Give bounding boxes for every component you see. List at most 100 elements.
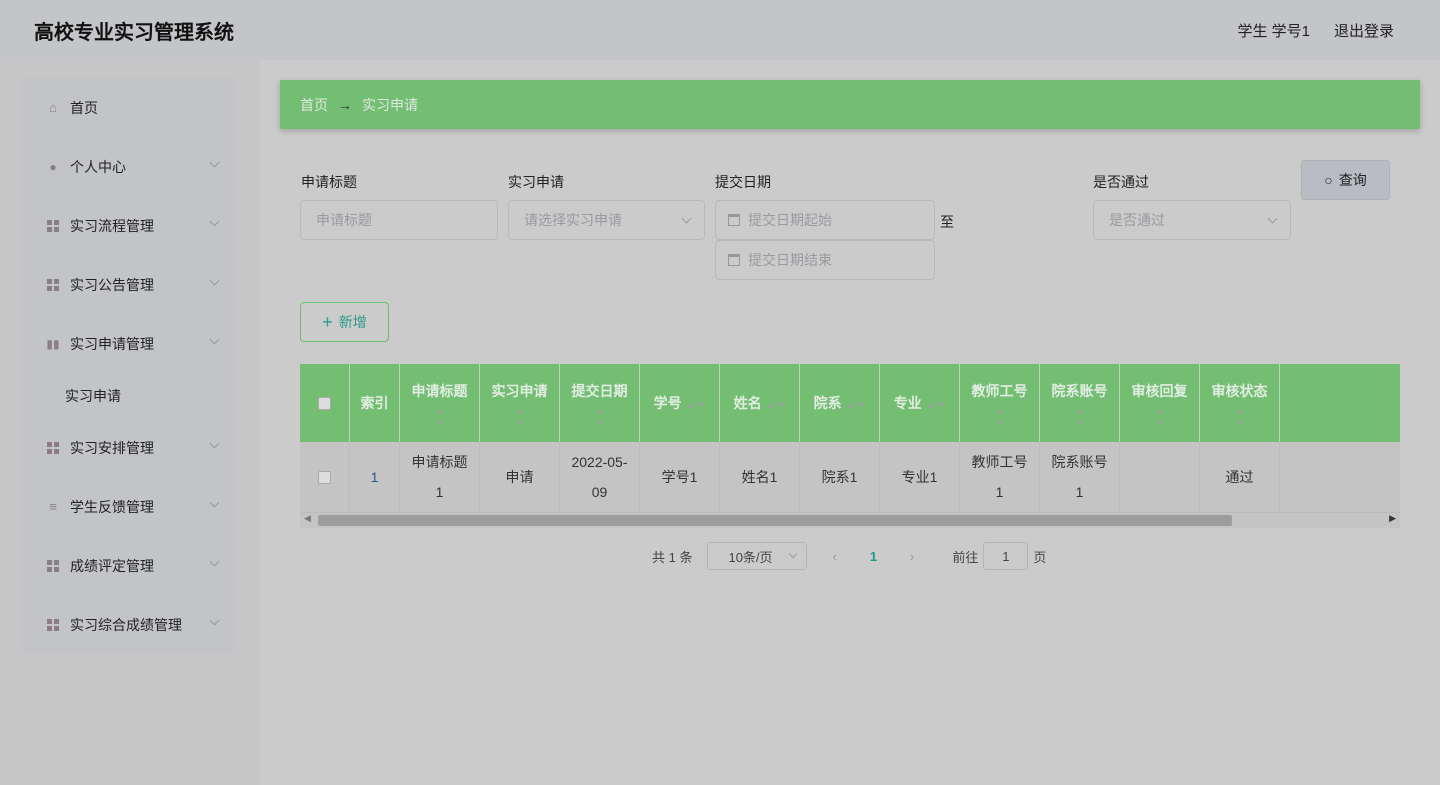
search-icon: ○ [1324, 172, 1332, 188]
search-label: 查询 [1339, 170, 1367, 190]
column-header[interactable]: 实习申请▲▼ [480, 364, 560, 442]
breadcrumb-home[interactable]: 首页 [300, 95, 328, 115]
user-icon: ● [46, 160, 60, 174]
column-header [1280, 364, 1400, 442]
sort-icon[interactable]: ▲▼ [766, 400, 786, 411]
sidebar-item-label: 实习安排管理 [70, 438, 154, 458]
chevron-down-icon [210, 439, 220, 449]
placeholder: 是否通过 [1109, 210, 1165, 230]
cell-text: 专业1 [902, 462, 938, 492]
table-header: 索引申请标题▲▼实习申请▲▼提交日期▲▼学号 ▲▼姓名 ▲▼院系 ▲▼专业 ▲▼… [300, 364, 1400, 442]
add-label: 新增 [339, 312, 367, 332]
horizontal-scrollbar[interactable]: ◀ ▶ [300, 513, 1400, 528]
sort-icon[interactable]: ▲▼ [515, 406, 525, 430]
apply-filter-select[interactable]: 请选择实习申请 [508, 200, 705, 240]
row-checkbox[interactable] [300, 442, 350, 512]
logout-link[interactable]: 退出登录 [1334, 20, 1394, 41]
table-cell [1280, 442, 1400, 512]
next-page-button[interactable]: › [910, 549, 914, 564]
column-header[interactable]: 审核回复▲▼ [1120, 364, 1200, 442]
column-header[interactable]: 申请标题▲▼ [400, 364, 480, 442]
grid-icon [46, 219, 60, 233]
sort-icon[interactable]: ▲▼ [995, 406, 1005, 430]
sort-icon[interactable]: ▲▼ [595, 406, 605, 430]
calendar-icon [728, 214, 740, 226]
table-cell: 姓名1 [720, 442, 800, 512]
sidebar-item[interactable]: ●个人中心 [22, 137, 234, 196]
column-header[interactable]: 专业 ▲▼ [880, 364, 960, 442]
placeholder: 提交日期起始 [748, 210, 832, 230]
chevron-down-icon [210, 557, 220, 567]
sidebar-item-label: 实习流程管理 [70, 216, 154, 236]
select-all-checkbox[interactable] [300, 364, 350, 442]
scroll-right-icon[interactable]: ▶ [1389, 513, 1396, 524]
column-title: 学号 [654, 395, 682, 411]
table-cell: 专业1 [880, 442, 960, 512]
chevron-down-icon [210, 217, 220, 227]
sidebar-item-label: 实习公告管理 [70, 275, 154, 295]
breadcrumb: 首页 → 实习申请 [280, 80, 1420, 129]
sidebar-menu: ⌂首页●个人中心实习流程管理实习公告管理 ▮▮实习申请管理实习申请实习安排管理 ≡学… [22, 78, 234, 654]
column-header[interactable]: 教师工号▲▼ [960, 364, 1040, 442]
scrollbar-thumb[interactable] [318, 515, 1232, 526]
column-title: 提交日期 [572, 376, 628, 406]
date-start-input[interactable]: 提交日期起始 [715, 200, 935, 240]
prev-page-button[interactable]: ‹ [832, 549, 836, 564]
page-size-value: 10条/页 [728, 547, 772, 566]
sort-icon[interactable]: ▲▼ [926, 400, 946, 411]
sidebar-subitem[interactable]: 实习申请 [22, 373, 234, 418]
cell-text: 2022-05-09 [568, 447, 631, 507]
column-header[interactable]: 学号 ▲▼ [640, 364, 720, 442]
cell-text: 申请 [506, 462, 534, 492]
chevron-down-icon [789, 550, 797, 558]
column-header[interactable]: 姓名 ▲▼ [720, 364, 800, 442]
column-header[interactable]: 提交日期▲▼ [560, 364, 640, 442]
goto-value: 1 [1002, 549, 1009, 564]
total-count: 共 1 条 [652, 547, 692, 566]
plus-icon: + [322, 312, 333, 333]
sidebar-item[interactable]: 实习公告管理 [22, 255, 234, 314]
sidebar-item[interactable]: ▮▮实习申请管理 [22, 314, 234, 373]
table-cell: 学号1 [640, 442, 720, 512]
calendar-icon [728, 254, 740, 266]
page-size-select[interactable]: 10条/页 [707, 542, 807, 570]
home-icon: ⌂ [46, 101, 60, 115]
column-title: 院系 [814, 395, 842, 411]
search-button[interactable]: ○ 查询 [1301, 160, 1390, 200]
sort-icon[interactable]: ▲▼ [1155, 406, 1165, 430]
title-filter-input[interactable]: 申请标题 [300, 200, 498, 240]
sidebar-item[interactable]: ≡学生反馈管理 [22, 477, 234, 536]
scroll-left-icon[interactable]: ◀ [304, 513, 311, 524]
column-header[interactable]: 院系 ▲▼ [800, 364, 880, 442]
pass-filter-select[interactable]: 是否通过 [1093, 200, 1291, 240]
sort-icon[interactable]: ▲▼ [435, 406, 445, 430]
sort-icon[interactable]: ▲▼ [1075, 406, 1085, 430]
column-title: 专业 [894, 395, 922, 411]
column-title: 申请标题 [412, 376, 468, 406]
goto-page-input[interactable]: 1 [983, 542, 1028, 570]
cell-text: 姓名1 [742, 462, 778, 492]
bar-chart-icon: ▮▮ [46, 337, 60, 351]
sort-icon[interactable]: ▲▼ [686, 400, 706, 411]
app-title: 高校专业实习管理系统 [34, 16, 234, 45]
sidebar-item[interactable]: 实习流程管理 [22, 196, 234, 255]
cell-text: 院系账号1 [1048, 447, 1111, 507]
date-end-input[interactable]: 提交日期结束 [715, 240, 935, 280]
table-cell: 通过 [1200, 442, 1280, 512]
column-title: 索引 [361, 395, 389, 411]
cell-text: 1 [371, 462, 379, 492]
sort-icon[interactable]: ▲▼ [1235, 406, 1245, 430]
sidebar-item[interactable]: 实习综合成绩管理 [22, 595, 234, 654]
column-header[interactable]: 审核状态▲▼ [1200, 364, 1280, 442]
sort-icon[interactable]: ▲▼ [846, 400, 866, 411]
grid-icon [46, 559, 60, 573]
sidebar-item[interactable]: 成绩评定管理 [22, 536, 234, 595]
column-header: 索引 [350, 364, 400, 442]
add-button[interactable]: + 新增 [300, 302, 389, 342]
cell-text: 教师工号1 [968, 447, 1031, 507]
page-number[interactable]: 1 [870, 549, 877, 564]
column-header[interactable]: 院系账号▲▼ [1040, 364, 1120, 442]
sidebar-item[interactable]: 实习安排管理 [22, 418, 234, 477]
sidebar-item[interactable]: ⌂首页 [22, 78, 234, 137]
title-filter-label: 申请标题 [301, 172, 357, 192]
